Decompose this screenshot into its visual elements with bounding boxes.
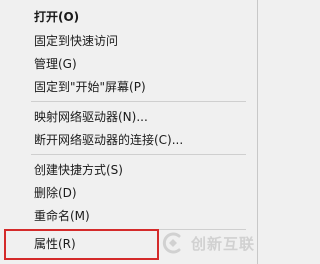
menu-item-label: 映射网络驱动器(N)...	[34, 110, 148, 124]
menu-separator	[31, 101, 246, 102]
menu-item-open[interactable]: 打开(O)	[0, 6, 250, 28]
menu-item-label: 固定到"开始"屏幕(P)	[34, 80, 146, 94]
menu-item-disconnect-network-drive[interactable]: 断开网络驱动器的连接(C)...	[0, 129, 250, 151]
watermark-text: 创新互联	[191, 234, 256, 253]
highlight-box	[4, 229, 159, 260]
context-menu: 打开(O) 固定到快速访问 管理(G) 固定到"开始"屏幕(P) 映射网络驱动器…	[0, 0, 258, 264]
watermark-logo-icon	[162, 232, 181, 254]
menu-separator	[31, 154, 246, 155]
menu-item-label: 管理(G)	[34, 57, 77, 71]
menu-item-pin-start[interactable]: 固定到"开始"屏幕(P)	[0, 76, 250, 98]
menu-item-pin-quick-access[interactable]: 固定到快速访问	[0, 30, 250, 52]
menu-item-label: 断开网络驱动器的连接(C)...	[34, 133, 184, 147]
menu-item-manage[interactable]: 管理(G)	[0, 53, 250, 75]
menu-item-delete[interactable]: 删除(D)	[0, 182, 250, 204]
menu-item-label: 打开(O)	[34, 10, 80, 24]
watermark: 创新互联	[160, 226, 256, 260]
menu-item-label: 删除(D)	[34, 186, 77, 200]
menu-item-create-shortcut[interactable]: 创建快捷方式(S)	[0, 159, 250, 181]
menu-item-rename[interactable]: 重命名(M)	[0, 205, 250, 227]
menu-item-label: 重命名(M)	[34, 209, 90, 223]
menu-item-map-network-drive[interactable]: 映射网络驱动器(N)...	[0, 106, 250, 128]
menu-item-label: 固定到快速访问	[34, 34, 119, 48]
menu-item-label: 创建快捷方式(S)	[34, 163, 123, 177]
